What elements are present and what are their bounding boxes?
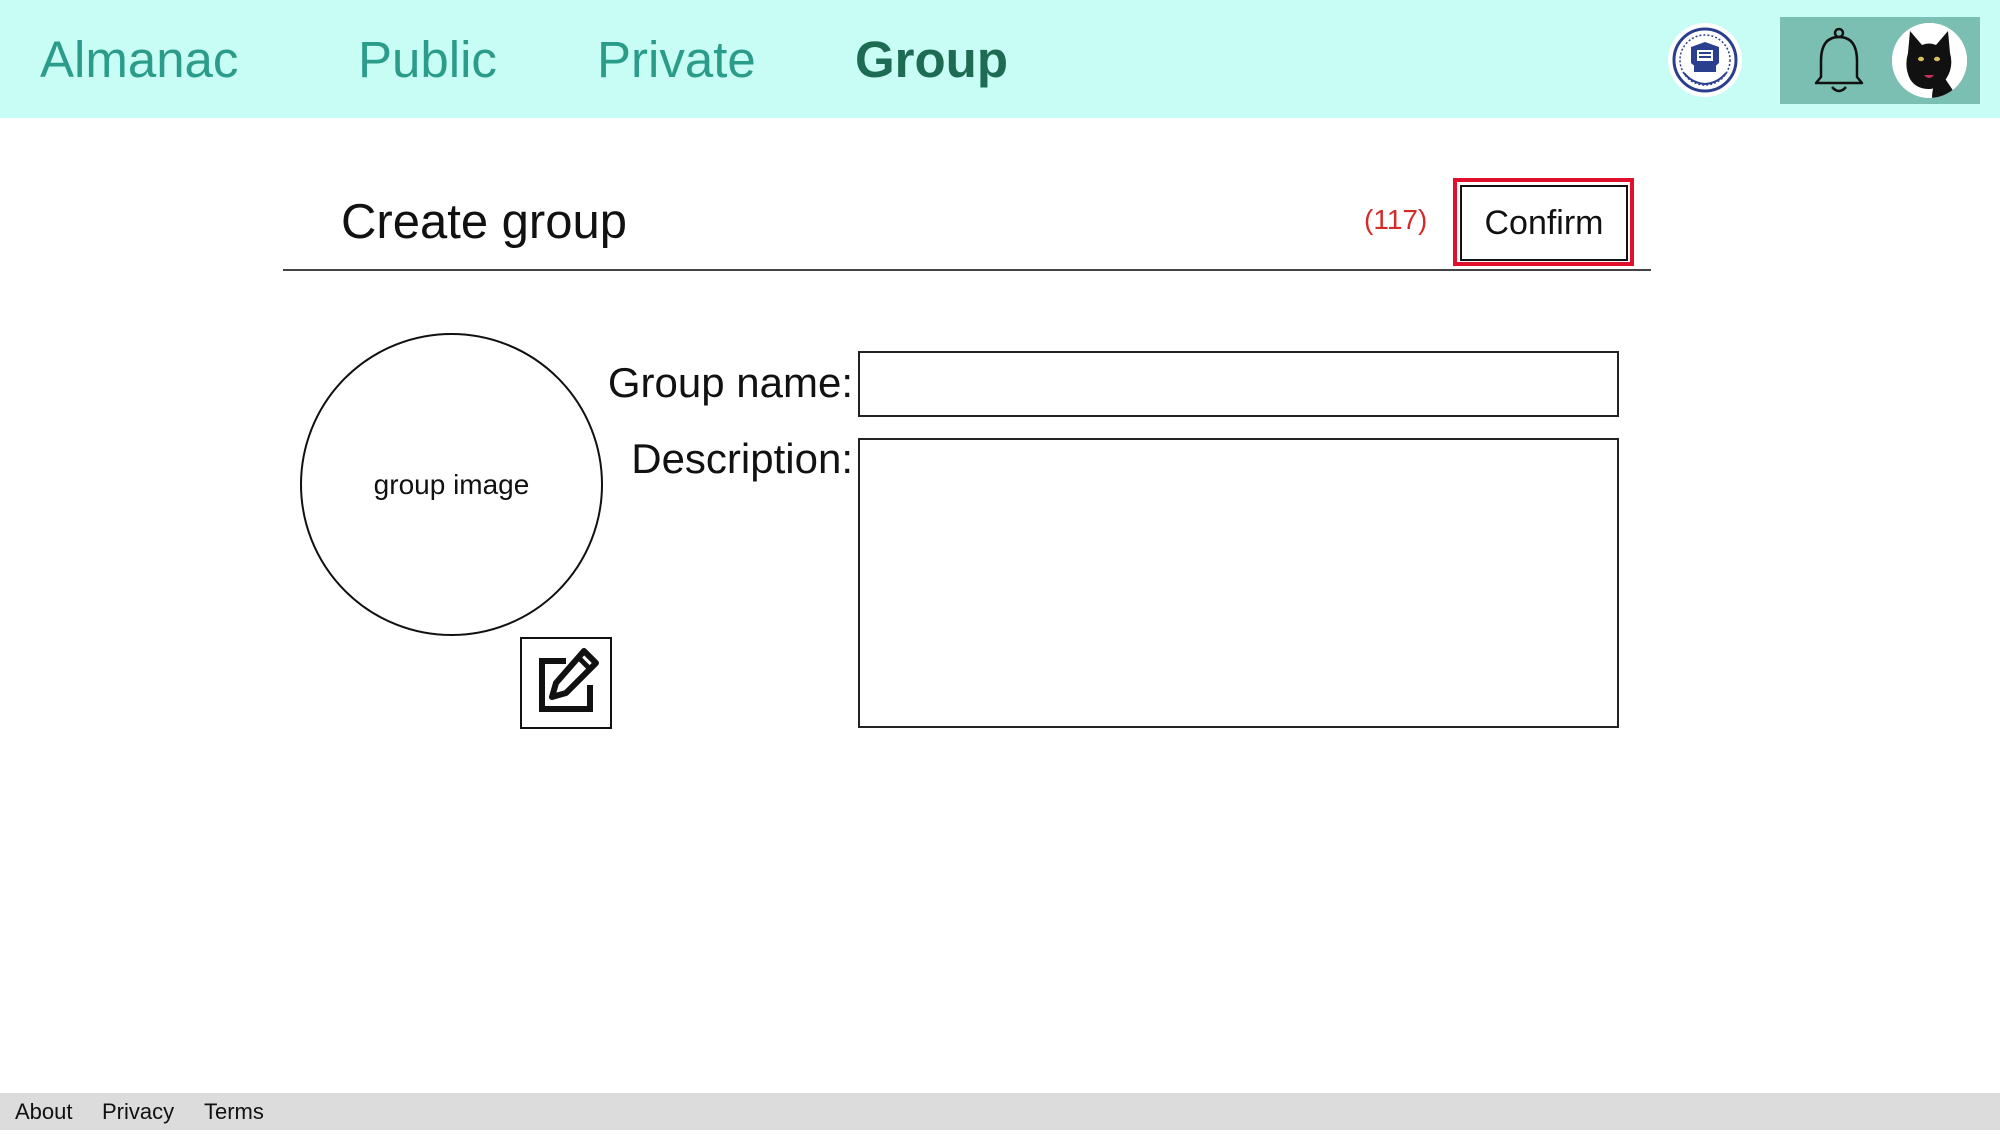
footer-terms-link[interactable]: Terms <box>204 1098 264 1126</box>
footer-about-link[interactable]: About <box>15 1098 73 1126</box>
confirm-button[interactable]: Confirm <box>1460 185 1628 261</box>
nav-group-link[interactable]: Group <box>855 30 1008 90</box>
counter-badge: (117) <box>1364 204 1428 235</box>
nav-private-link[interactable]: Private <box>597 30 756 90</box>
group-name-input[interactable] <box>858 351 1619 417</box>
footer-privacy-link[interactable]: Privacy <box>102 1098 174 1126</box>
group-image-label: group image <box>373 468 530 500</box>
nav-public-link[interactable]: Public <box>358 30 497 90</box>
top-navigation-bar: Almanac Public Private Group <box>0 0 2000 118</box>
group-name-label: Group name: <box>607 359 853 406</box>
description-textarea[interactable] <box>858 438 1619 728</box>
nav-almanac-link[interactable]: Almanac <box>40 30 238 90</box>
edit-pencil-icon <box>539 648 599 712</box>
bell-icon[interactable] <box>1812 27 1866 97</box>
black-cat-avatar <box>1892 23 1967 98</box>
description-label: Description: <box>631 435 853 482</box>
page-title: Create group <box>341 195 628 249</box>
user-panel <box>1780 17 1980 104</box>
avatar[interactable] <box>1892 23 1967 98</box>
group-image-placeholder[interactable]: group image <box>300 333 603 636</box>
edit-image-button[interactable] <box>520 637 612 729</box>
footer: About Privacy Terms <box>0 1093 2000 1130</box>
title-divider <box>283 269 1651 271</box>
university-seal-icon[interactable] <box>1668 23 1742 97</box>
